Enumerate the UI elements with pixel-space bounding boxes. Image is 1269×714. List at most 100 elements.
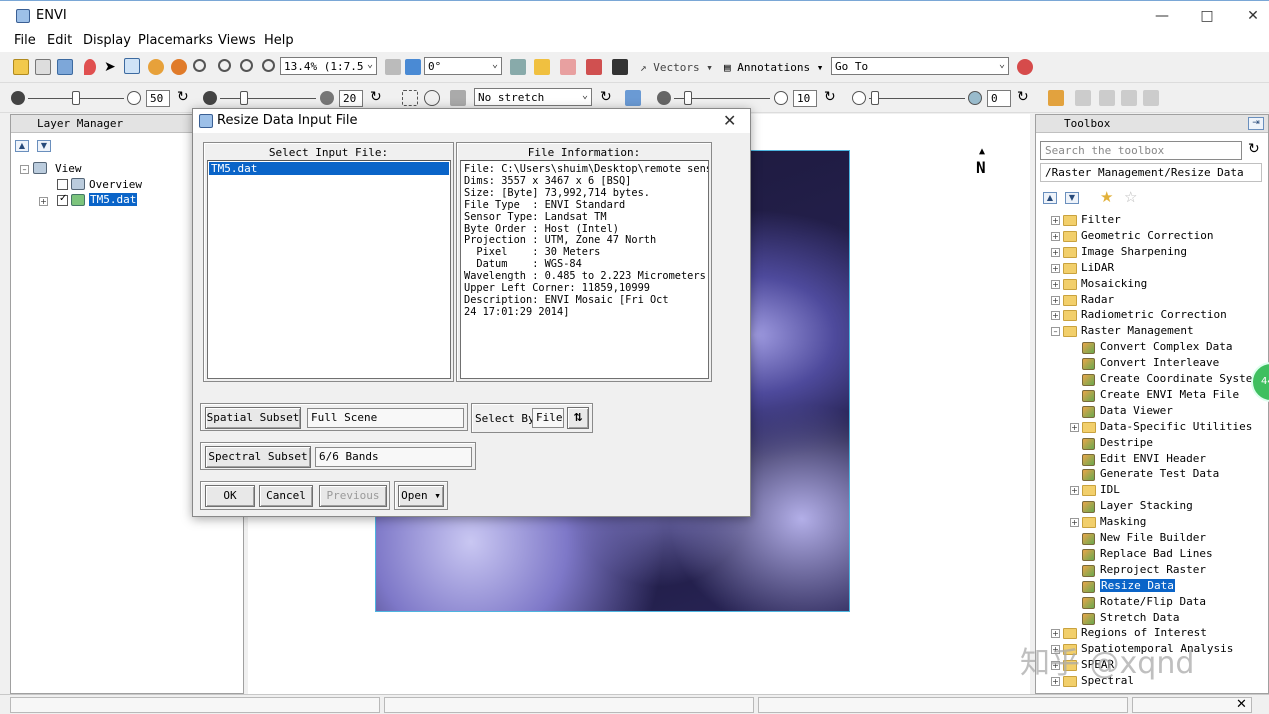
refresh-icon[interactable]: ↻ <box>177 89 189 105</box>
rotation-combo[interactable]: 0° ⌄ <box>424 57 502 75</box>
pan-hand-icon[interactable] <box>124 58 140 74</box>
list-item[interactable]: TM5.dat <box>209 162 449 175</box>
contrast-value[interactable]: 20 <box>339 90 363 107</box>
toolbox-tool-item[interactable]: Replace Bad Lines <box>1100 547 1213 560</box>
toolbox-tool-item[interactable]: New File Builder <box>1100 531 1206 544</box>
toolbox-folder-item[interactable]: Raster Management <box>1081 324 1194 337</box>
cursor-value-icon[interactable] <box>560 59 576 75</box>
tree-toggle[interactable]: – <box>1051 327 1060 337</box>
menu-help[interactable]: Help <box>264 33 294 48</box>
tree-expand-file[interactable]: + <box>39 197 48 206</box>
fly-icon[interactable] <box>148 59 164 75</box>
layout-1-icon[interactable] <box>1075 90 1091 106</box>
goto-location-icon[interactable] <box>1017 59 1033 75</box>
zoom-in-icon[interactable] <box>218 59 231 72</box>
previous-button[interactable]: Previous <box>319 485 387 507</box>
close-button[interactable]: ✕ <box>1238 5 1268 27</box>
toolbox-tool-item[interactable]: Data Viewer <box>1100 404 1173 417</box>
cancel-button[interactable]: Cancel <box>259 485 313 507</box>
toolbox-folder-item[interactable]: Data-Specific Utilities <box>1100 420 1252 433</box>
select-by-value[interactable]: File <box>532 408 564 428</box>
rotate-icon[interactable] <box>171 59 187 75</box>
measure-icon[interactable] <box>1048 90 1064 106</box>
refresh-icon[interactable]: ↻ <box>370 89 382 105</box>
refresh-icon[interactable]: ↻ <box>1017 89 1029 105</box>
vectors-menu[interactable]: ↗ Vectors ▾ <box>640 61 713 74</box>
transparency-slider-track[interactable] <box>869 98 965 99</box>
input-file-list[interactable]: TM5.dat <box>207 160 451 379</box>
expand-all-icon[interactable]: ▼ <box>37 140 51 152</box>
toolbox-tool-item[interactable]: Reproject Raster <box>1100 563 1206 576</box>
toolbox-tool-item[interactable]: Rotate/Flip Data <box>1100 595 1206 608</box>
menu-edit[interactable]: Edit <box>47 33 72 48</box>
toolbox-tool-item[interactable]: Stretch Data <box>1100 611 1179 624</box>
dialog-close-icon[interactable]: ✕ <box>723 111 736 130</box>
toolbox-tool-item[interactable]: Convert Interleave <box>1100 356 1219 369</box>
menu-display[interactable]: Display <box>83 33 131 48</box>
layout-2-icon[interactable] <box>1099 90 1115 106</box>
tree-toggle[interactable]: + <box>1051 311 1060 321</box>
data-manager-icon[interactable] <box>35 59 51 75</box>
select-circle-icon[interactable] <box>424 90 440 106</box>
open-menu-button[interactable]: Open ▾ <box>398 485 444 507</box>
file-layer-checkbox[interactable]: ✓ <box>57 193 68 206</box>
tree-view-label[interactable]: View <box>55 162 82 175</box>
tree-toggle[interactable]: + <box>1051 279 1060 289</box>
menu-views[interactable]: Views <box>218 33 256 48</box>
refresh-icon[interactable]: ↻ <box>600 89 612 105</box>
chip-icon[interactable] <box>534 59 550 75</box>
tree-toggle[interactable]: + <box>1070 422 1079 432</box>
select-rect-icon[interactable] <box>402 90 418 106</box>
expand-all-icon[interactable]: ▼ <box>1065 192 1079 204</box>
add-favorite-star-icon[interactable]: ☆ <box>1124 188 1137 206</box>
tree-file-label[interactable]: TM5.dat <box>89 193 138 206</box>
menu-file[interactable]: File <box>14 33 36 48</box>
toolbox-tool-item[interactable]: Layer Stacking <box>1100 499 1193 512</box>
toolbox-folder-item[interactable]: IDL <box>1100 483 1120 496</box>
collapse-all-icon[interactable]: ▲ <box>1043 192 1057 204</box>
stretch-combo[interactable]: No stretch ⌄ <box>474 88 592 106</box>
toolbox-folder-item[interactable]: Geometric Correction <box>1081 229 1213 242</box>
histogram-icon[interactable] <box>625 90 641 106</box>
menu-placemarks[interactable]: Placemarks <box>138 33 213 48</box>
open-file-icon[interactable] <box>13 59 29 75</box>
sharpen-slider-handle[interactable] <box>684 91 692 105</box>
placemark-icon[interactable] <box>84 59 96 75</box>
toolbox-folder-item[interactable]: Mosaicking <box>1081 277 1147 290</box>
rotate-right-icon[interactable] <box>405 59 421 75</box>
contrast-slider-handle[interactable] <box>240 91 248 105</box>
toolbox-tool-item[interactable]: Resize Data <box>1100 578 1175 592</box>
goto-combo[interactable]: Go To ⌄ <box>831 57 1009 75</box>
toolbox-tool-item[interactable]: Edit ENVI Header <box>1100 452 1206 465</box>
overview-checkbox[interactable] <box>57 179 68 190</box>
toolbox-tool-item[interactable]: Create Coordinate System <box>1100 372 1259 385</box>
tree-toggle[interactable]: + <box>1051 231 1060 241</box>
tree-toggle[interactable]: + <box>1051 247 1060 257</box>
crop-icon[interactable] <box>57 59 73 75</box>
brightness-value[interactable]: 50 <box>146 90 170 107</box>
crosshair-icon[interactable] <box>612 59 628 75</box>
collapse-all-icon[interactable]: ▲ <box>15 140 29 152</box>
ok-button[interactable]: OK <box>205 485 255 507</box>
toolbox-tool-item[interactable]: Generate Test Data <box>1100 467 1219 480</box>
transparency-slider-handle[interactable] <box>871 91 879 105</box>
toolbox-tool-item[interactable]: Convert Complex Data <box>1100 340 1232 353</box>
tree-toggle[interactable]: + <box>1051 216 1060 225</box>
zoom-fit-icon[interactable] <box>262 59 275 72</box>
cancel-process-icon[interactable]: ✕ <box>1236 697 1247 712</box>
contrast-slider-track[interactable] <box>220 98 316 99</box>
zoom-icon[interactable] <box>193 59 206 72</box>
toolbox-tool-item[interactable]: Destripe <box>1100 436 1153 449</box>
zoom-combo[interactable]: 13.4% (1:7.5 ⌄ <box>280 57 377 75</box>
toolbox-folder-item[interactable]: Filter <box>1081 213 1121 226</box>
brightness-slider-handle[interactable] <box>72 91 80 105</box>
tree-toggle[interactable]: + <box>1051 295 1060 305</box>
toolbox-folder-item[interactable]: Masking <box>1100 515 1146 528</box>
favorites-star-icon[interactable]: ★ <box>1100 188 1113 206</box>
zoom-out-icon[interactable] <box>240 59 253 72</box>
tree-toggle[interactable]: + <box>1051 263 1060 273</box>
spectral-subset-button[interactable]: Spectral Subset <box>205 446 311 468</box>
tree-overview-label[interactable]: Overview <box>89 178 142 191</box>
layout-4-icon[interactable] <box>1143 90 1159 106</box>
sharpen-value[interactable]: 10 <box>793 90 817 107</box>
